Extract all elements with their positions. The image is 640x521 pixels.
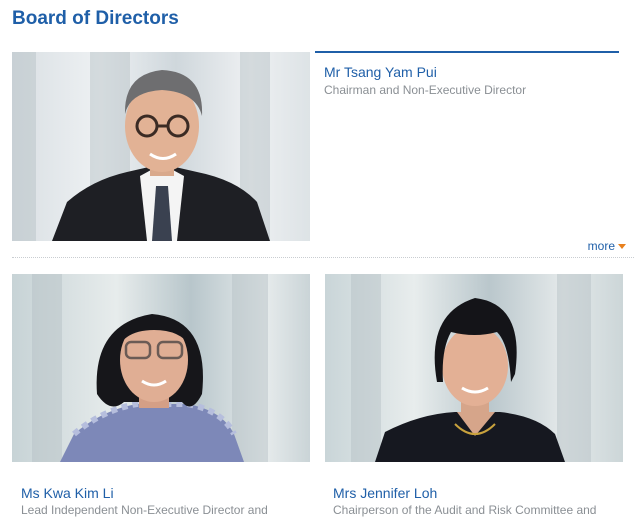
more-label: more (587, 239, 615, 253)
director-name[interactable]: Mr Tsang Yam Pui (324, 64, 437, 80)
director-photo-kwa[interactable] (12, 274, 310, 462)
director-role: Chairperson of the Audit and Risk Commit… (333, 503, 597, 517)
portrait-illustration (60, 314, 244, 462)
director-name[interactable]: Ms Kwa Kim Li (21, 485, 114, 501)
portrait-illustration (375, 298, 565, 462)
page-title: Board of Directors (12, 8, 179, 29)
director-photo-tsang[interactable] (12, 52, 310, 241)
director-name[interactable]: Mrs Jennifer Loh (333, 485, 437, 501)
caret-down-icon (618, 244, 626, 249)
portrait-illustration (52, 70, 270, 241)
director-role: Chairman and Non-Executive Director (324, 83, 527, 97)
more-link[interactable]: more (588, 239, 626, 253)
director-photo-loh[interactable] (325, 274, 623, 462)
card-top-line (315, 51, 619, 53)
director-role: Lead Independent Non-Executive Director … (21, 503, 268, 517)
section-divider (12, 257, 634, 258)
